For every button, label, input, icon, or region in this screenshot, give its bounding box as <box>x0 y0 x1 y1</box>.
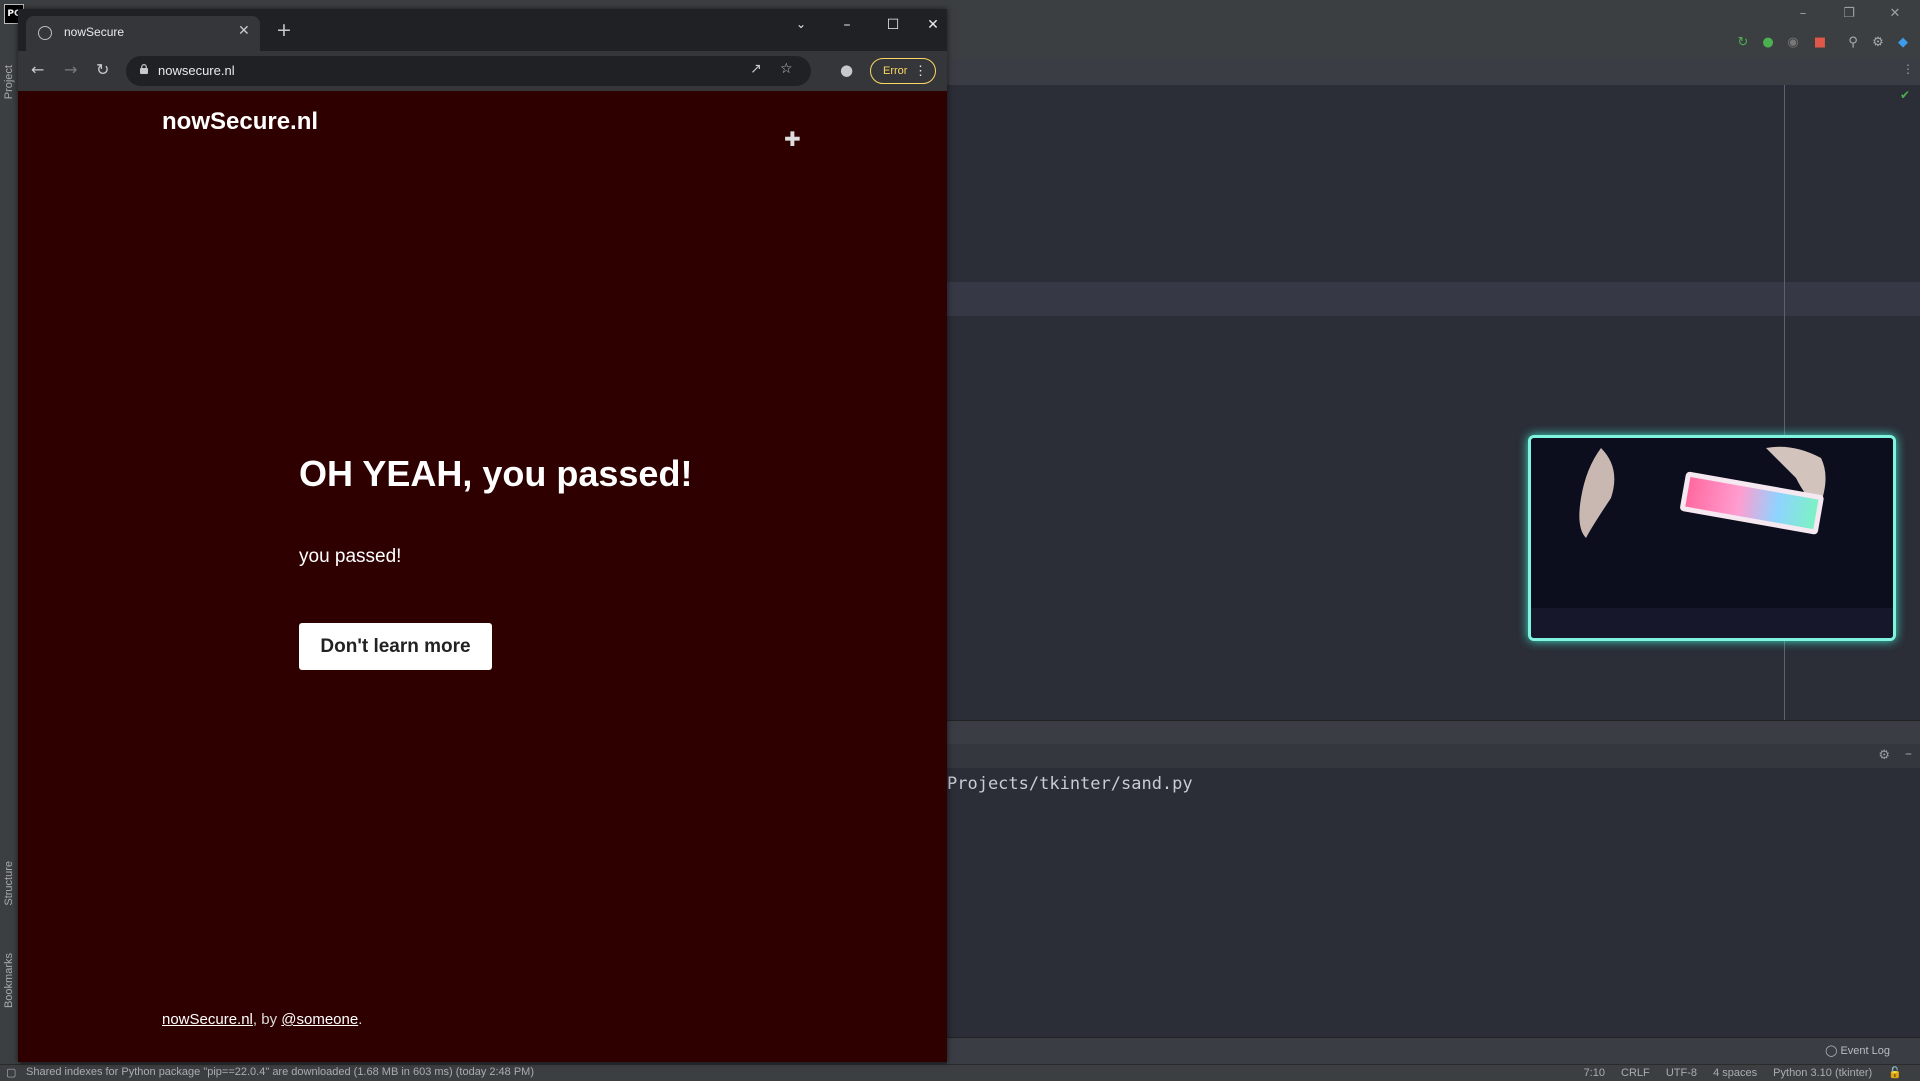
back-icon[interactable]: ← <box>31 61 44 79</box>
line-separator[interactable]: CRLF <box>1621 1067 1650 1079</box>
minimize-button[interactable]: – <box>827 17 867 33</box>
dont-learn-more-button[interactable]: Don't learn more <box>299 623 492 670</box>
status-right-widgets: 7:10 CRLF UTF-8 4 spaces Python 3.10 (tk… <box>1571 1066 1902 1079</box>
coverage-icon[interactable]: ◉ <box>1785 35 1801 51</box>
ide-minimize-button[interactable]: – <box>1790 4 1816 24</box>
plugin-icon[interactable]: ◆ <box>1895 35 1911 51</box>
move-cursor-icon: ✚ <box>784 129 801 151</box>
hide-icon[interactable]: – <box>1905 746 1912 762</box>
new-tab-button[interactable]: + <box>276 21 292 40</box>
run-console[interactable]: Projects/tkinter/sand.py <box>947 768 1920 1037</box>
caret-position[interactable]: 7:10 <box>1584 1067 1605 1079</box>
page-viewport: nowSecure.nl ✚ OH YEAH, you passed! you … <box>18 91 947 1062</box>
bookmarks-tool-label[interactable]: Bookmarks <box>3 953 15 1008</box>
close-icon[interactable]: ✕ <box>238 23 250 39</box>
error-label: Error <box>883 65 908 77</box>
gear-icon[interactable]: ⚙ <box>1870 35 1886 51</box>
webcam-overlay <box>1528 435 1896 641</box>
indent-setting[interactable]: 4 spaces <box>1713 1067 1757 1079</box>
share-icon[interactable]: ↗ <box>750 61 762 77</box>
more-options-icon[interactable]: ⋮ <box>1902 62 1914 76</box>
browser-toolbar: ← → ↻ nowsecure.nl ↗ ☆ ● Error ⋮ <box>18 51 947 91</box>
bottom-tool-bar: ◯ Event Log <box>947 1037 1920 1065</box>
globe-icon <box>38 26 52 40</box>
url-text: nowsecure.nl <box>158 63 235 78</box>
browser-tab[interactable]: nowSecure ✕ <box>26 16 260 51</box>
footer-site-link[interactable]: nowSecure.nl <box>162 1011 253 1028</box>
site-title: nowSecure.nl <box>162 108 319 135</box>
footer-author-link[interactable]: @someone <box>281 1011 358 1028</box>
webcam-image <box>1531 438 1893 638</box>
bookmark-star-icon[interactable]: ☆ <box>780 61 793 77</box>
gear-icon[interactable]: ⚙ <box>1878 748 1890 763</box>
ide-restore-button[interactable]: ❐ <box>1836 4 1862 24</box>
tab-search-icon[interactable]: ⌄ <box>781 17 821 31</box>
ide-close-button[interactable]: ✕ <box>1882 4 1908 24</box>
page-footer: nowSecure.nl, by @someone. <box>162 1011 362 1028</box>
run-tool-window-header <box>947 720 1920 745</box>
page-heading: OH YEAH, you passed! <box>299 453 693 494</box>
stop-icon[interactable]: ■ <box>1812 35 1828 51</box>
address-bar[interactable]: nowsecure.nl ↗ ☆ <box>126 56 811 86</box>
editor-tabs-bar: ⋮ <box>947 58 1920 85</box>
lock-icon[interactable]: 🔓 <box>1888 1067 1902 1079</box>
browser-window: nowSecure ✕ + ⌄ – ☐ ✕ ← → ↻ nowsecure.nl… <box>18 9 947 1062</box>
page-subtitle: you passed! <box>299 546 402 567</box>
python-interpreter[interactable]: Python 3.10 (tkinter) <box>1773 1067 1872 1079</box>
close-window-button[interactable]: ✕ <box>919 17 947 33</box>
caret-line-highlight <box>947 282 1920 316</box>
event-log-button[interactable]: ◯ Event Log <box>1825 1044 1890 1057</box>
debug-icon[interactable]: ● <box>1760 35 1776 51</box>
console-line: Projects/tkinter/sand.py <box>947 774 1193 794</box>
error-button[interactable]: Error ⋮ <box>870 58 936 84</box>
project-tool-label[interactable]: Project <box>3 65 15 99</box>
structure-tool-label[interactable]: Structure <box>3 861 15 906</box>
ide-statusbar: ▢ Shared indexes for Python package "pip… <box>0 1064 1920 1081</box>
menu-dots-icon[interactable]: ⋮ <box>914 59 927 83</box>
search-icon[interactable]: ⚲ <box>1845 35 1861 51</box>
browser-tabstrip: nowSecure ✕ + ⌄ – ☐ ✕ <box>18 9 947 51</box>
event-log-label: Event Log <box>1840 1045 1890 1057</box>
status-window-icon[interactable]: ▢ <box>6 1066 16 1079</box>
rerun-icon[interactable]: ↻ <box>1735 35 1751 51</box>
forward-icon[interactable]: → <box>64 61 77 79</box>
status-message[interactable]: Shared indexes for Python package "pip==… <box>26 1066 534 1078</box>
file-encoding[interactable]: UTF-8 <box>1666 1067 1697 1079</box>
footer-period: . <box>358 1011 363 1028</box>
lock-icon[interactable] <box>140 64 148 74</box>
tab-title: nowSecure <box>64 25 125 39</box>
reload-icon[interactable]: ↻ <box>96 61 109 79</box>
run-tool-window-tabs: ⚙ – <box>947 744 1920 768</box>
profile-icon[interactable]: ● <box>840 61 853 79</box>
event-log-icon: ◯ <box>1825 1045 1838 1057</box>
footer-by-text: , by <box>252 1011 282 1028</box>
inspection-ok-icon: ✔ <box>1900 88 1911 102</box>
maximize-button[interactable]: ☐ <box>873 17 913 33</box>
